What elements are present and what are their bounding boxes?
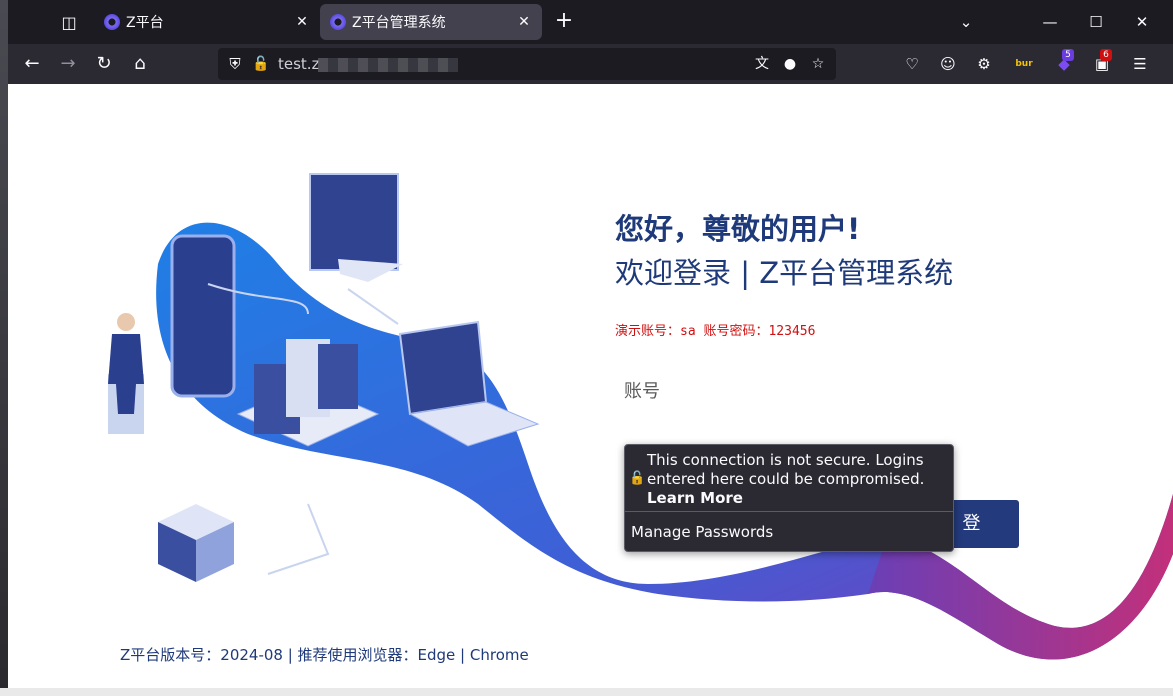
greeting-heading: 您好，尊敬的用户!: [615, 212, 861, 246]
close-tab-icon[interactable]: ✕: [516, 14, 532, 30]
desktop-bottom-strip: [0, 688, 1173, 696]
learn-more-link[interactable]: Learn More: [647, 489, 743, 507]
manage-passwords-item[interactable]: Manage Passwords: [631, 523, 773, 541]
account-icon[interactable]: ☺: [936, 52, 960, 76]
close-tab-icon[interactable]: ✕: [294, 14, 310, 30]
url-redacted: [318, 58, 458, 72]
insecure-lock-icon: 🔓: [629, 471, 646, 486]
popup-divider: [625, 511, 953, 512]
insecure-lock-icon[interactable]: 🔓: [252, 55, 270, 73]
browser-window: ◫ Z平台 ✕ Z平台管理系统 ✕ + ⌄ — ☐ ✕ ← → ↻ ⌂ ⛨ 🔓 …: [8, 0, 1173, 688]
tab-bar: ◫ Z平台 ✕ Z平台管理系统 ✕ + ⌄ — ☐ ✕: [8, 0, 1173, 44]
close-window-icon[interactable]: ✕: [1122, 8, 1162, 36]
back-icon[interactable]: ←: [18, 50, 46, 78]
footer-version: Z平台版本号：2024-08 | 推荐使用浏览器：Edge | Chrome: [120, 646, 529, 664]
home-icon[interactable]: ⌂: [126, 50, 154, 78]
extensions-icon[interactable]: ⚙: [972, 52, 996, 76]
demo-account-note: 演示账号：sa 账号密码：123456: [615, 324, 816, 339]
extension-badge: 6: [1100, 49, 1112, 61]
insecure-login-popup: 🔓 This connection is not secure. Logins …: [624, 444, 954, 552]
maximize-icon[interactable]: ☐: [1076, 8, 1116, 36]
pocket-icon[interactable]: ♡: [900, 52, 924, 76]
reload-icon[interactable]: ↻: [90, 50, 118, 78]
url-text[interactable]: test.z: [278, 55, 319, 73]
account-input[interactable]: 账号: [624, 377, 660, 403]
login-button-label: 登: [962, 513, 981, 534]
new-tab-icon[interactable]: +: [552, 10, 576, 34]
extension-badge: 5: [1062, 49, 1074, 61]
bookmark-star-icon[interactable]: ☆: [808, 55, 828, 73]
menu-icon[interactable]: ☰: [1128, 52, 1152, 76]
background-illustration: [108, 173, 1173, 660]
globe-icon[interactable]: ●: [780, 55, 800, 73]
forward-icon[interactable]: →: [54, 50, 82, 78]
tab-favicon-icon: [104, 14, 120, 30]
minimize-icon[interactable]: —: [1030, 8, 1070, 36]
translate-icon[interactable]: 文: [752, 55, 772, 73]
tab-title: Z平台: [126, 15, 164, 31]
insecure-warning: This connection is not secure. Logins en…: [647, 451, 947, 508]
burp-extension-icon[interactable]: bur: [1012, 52, 1036, 76]
insecure-warning-text: This connection is not secure. Logins en…: [647, 451, 925, 488]
list-tabs-icon[interactable]: ⌄: [946, 8, 986, 36]
tab-favicon-icon: [330, 14, 346, 30]
tab-title: Z平台管理系统: [352, 15, 446, 31]
welcome-heading: 欢迎登录 | Z平台管理系统: [615, 256, 954, 290]
url-bar[interactable]: ⛨ 🔓 test.z 文 ● ☆: [218, 48, 836, 80]
tab-z-admin[interactable]: Z平台管理系统 ✕: [320, 4, 542, 40]
shield-icon[interactable]: ⛨: [226, 55, 244, 73]
tab-overview-icon[interactable]: ◫: [52, 8, 86, 36]
tab-z-platform[interactable]: Z平台 ✕: [94, 4, 320, 40]
page-content: 您好，尊敬的用户! 欢迎登录 | Z平台管理系统 演示账号：sa 账号密码：12…: [8, 84, 1173, 688]
nav-bar: ← → ↻ ⌂ ⛨ 🔓 test.z 文 ● ☆ ♡ ☺ ⚙ bur ◆ 5 ▣…: [8, 44, 1173, 84]
